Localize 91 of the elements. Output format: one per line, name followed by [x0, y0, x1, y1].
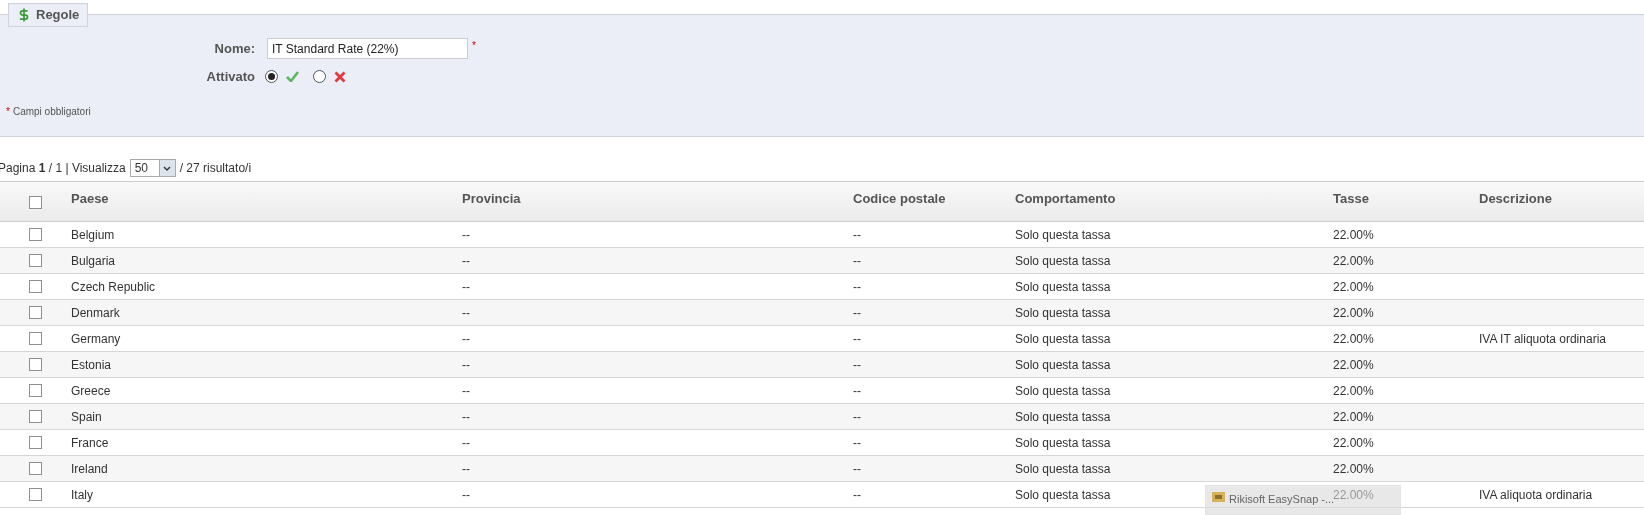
behavior-cell: Solo questa tassa	[1015, 409, 1111, 424]
radio-button[interactable]	[313, 70, 326, 84]
checkbox[interactable]	[29, 254, 42, 267]
checkbox[interactable]	[29, 462, 42, 475]
country-cell: Czech Republic	[71, 279, 156, 294]
province-cell: --	[462, 227, 470, 242]
column-header: Paese	[71, 191, 109, 206]
behavior-cell: Solo questa tassa	[1015, 305, 1111, 320]
cross-icon	[334, 70, 346, 83]
country-cell: Belgium	[71, 227, 115, 242]
checkbox[interactable]	[29, 436, 42, 449]
country-cell: Estonia	[71, 357, 112, 372]
country-cell: Bulgaria	[71, 253, 116, 268]
radio-button[interactable]	[265, 70, 278, 84]
required-fields-note: Campi obbligatori	[12, 104, 91, 119]
tax-cell: 22.00%	[1333, 357, 1374, 372]
results-count: / 27 risultato/i	[179, 160, 252, 177]
tax-cell: 22.00%	[1333, 305, 1374, 320]
column-header: Tasse	[1333, 191, 1369, 206]
country-cell: Ireland	[71, 461, 108, 476]
legend-text: Regole	[36, 6, 80, 25]
country-cell: Italy	[71, 487, 93, 502]
province-cell: --	[462, 357, 470, 372]
column-header: Provincia	[462, 191, 521, 206]
country-cell: France	[71, 435, 109, 450]
behavior-cell: Solo questa tassa	[1015, 487, 1111, 502]
checkbox[interactable]	[29, 410, 42, 423]
dollar-icon	[17, 8, 31, 22]
tax-cell: 22.00%	[1333, 331, 1374, 346]
checkbox[interactable]	[29, 358, 42, 371]
province-cell: --	[462, 279, 470, 294]
tax-cell: 22.00%	[1333, 279, 1374, 294]
postcode-cell: --	[853, 227, 861, 242]
behavior-cell: Solo questa tassa	[1015, 435, 1111, 450]
behavior-cell: Solo questa tassa	[1015, 331, 1111, 346]
behavior-cell: Solo questa tassa	[1015, 461, 1111, 476]
checkmark-icon	[286, 71, 299, 83]
preview-title: Rikisoft EasySnap -...	[1229, 493, 1335, 507]
postcode-cell: --	[853, 357, 861, 372]
per-page-select[interactable]: 50	[129, 159, 176, 177]
province-cell: --	[462, 487, 470, 502]
country-cell: Spain	[71, 409, 102, 424]
behavior-cell: Solo questa tassa	[1015, 357, 1111, 372]
description-cell: IVA aliquota ordinaria	[1479, 487, 1593, 502]
column-header: Comportamento	[1015, 191, 1116, 206]
description-cell: IVA IT aliquota ordinaria	[1479, 331, 1606, 346]
postcode-cell: --	[853, 279, 861, 294]
postcode-cell: --	[853, 461, 861, 476]
checkbox[interactable]	[29, 228, 42, 241]
behavior-cell: Solo questa tassa	[1015, 253, 1111, 268]
tax-cell: 22.00%	[1333, 383, 1374, 398]
tax-cell: 22.00%	[1333, 409, 1374, 424]
name-label: Nome:	[213, 39, 255, 58]
tax-cell: 22.00%	[1333, 487, 1374, 502]
province-cell: --	[462, 383, 470, 398]
country-cell: Denmark	[71, 305, 120, 320]
postcode-cell: --	[853, 331, 861, 346]
checkbox[interactable]	[29, 488, 42, 501]
tax-cell: 22.00%	[1333, 253, 1374, 268]
postcode-cell: --	[853, 487, 861, 502]
province-cell: --	[462, 253, 470, 268]
column-header: Descrizione	[1479, 191, 1552, 206]
required-mark: *	[6, 104, 10, 119]
postcode-cell: --	[853, 305, 861, 320]
behavior-cell: Solo questa tassa	[1015, 279, 1111, 294]
checkbox[interactable]	[29, 280, 42, 293]
province-cell: --	[462, 461, 470, 476]
province-cell: --	[462, 435, 470, 450]
province-cell: --	[462, 305, 470, 320]
postcode-cell: --	[853, 253, 861, 268]
province-cell: --	[462, 331, 470, 346]
checkbox[interactable]	[29, 384, 42, 397]
folder-icon	[1212, 491, 1225, 502]
country-cell: Greece	[71, 383, 111, 398]
checkbox[interactable]	[29, 332, 42, 345]
column-header: Codice postale	[853, 191, 946, 206]
behavior-cell: Solo questa tassa	[1015, 383, 1111, 398]
name-field[interactable]: IT Standard Rate (22%)	[267, 38, 468, 59]
tax-cell: 22.00%	[1333, 461, 1374, 476]
country-cell: Germany	[71, 331, 121, 346]
behavior-cell: Solo questa tassa	[1015, 227, 1111, 242]
checkbox[interactable]	[29, 306, 42, 319]
postcode-cell: --	[853, 435, 861, 450]
required-mark: *	[472, 39, 476, 53]
tax-cell: 22.00%	[1333, 227, 1374, 242]
postcode-cell: --	[853, 383, 861, 398]
enabled-label: Attivato	[205, 68, 255, 86]
checkbox[interactable]	[29, 196, 42, 209]
province-cell: --	[462, 409, 470, 424]
postcode-cell: --	[853, 409, 861, 424]
tax-cell: 22.00%	[1333, 435, 1374, 450]
